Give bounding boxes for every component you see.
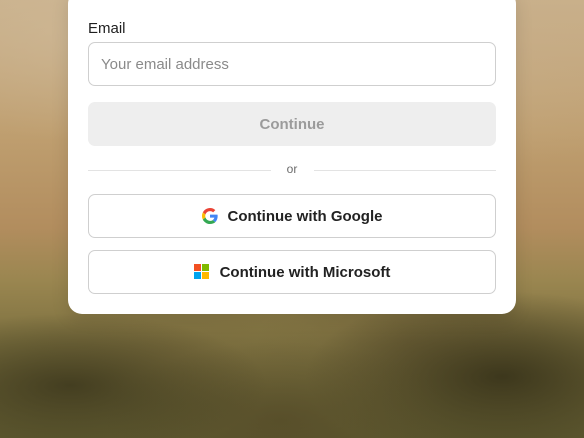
email-label: Email [88, 20, 126, 37]
microsoft-logo-icon [193, 264, 210, 280]
google-logo-icon [201, 208, 218, 224]
divider-or-text: or [286, 162, 298, 176]
continue-button[interactable]: Continue [88, 102, 496, 146]
email-input[interactable] [88, 42, 496, 86]
continue-with-google-button[interactable]: Continue with Google [88, 194, 496, 238]
divider-right-line [314, 170, 496, 171]
divider-left-line [88, 170, 271, 171]
google-button-label: Continue with Google [227, 207, 383, 225]
microsoft-button-label: Continue with Microsoft [219, 263, 391, 281]
continue-with-microsoft-button[interactable]: Continue with Microsoft [88, 250, 496, 294]
